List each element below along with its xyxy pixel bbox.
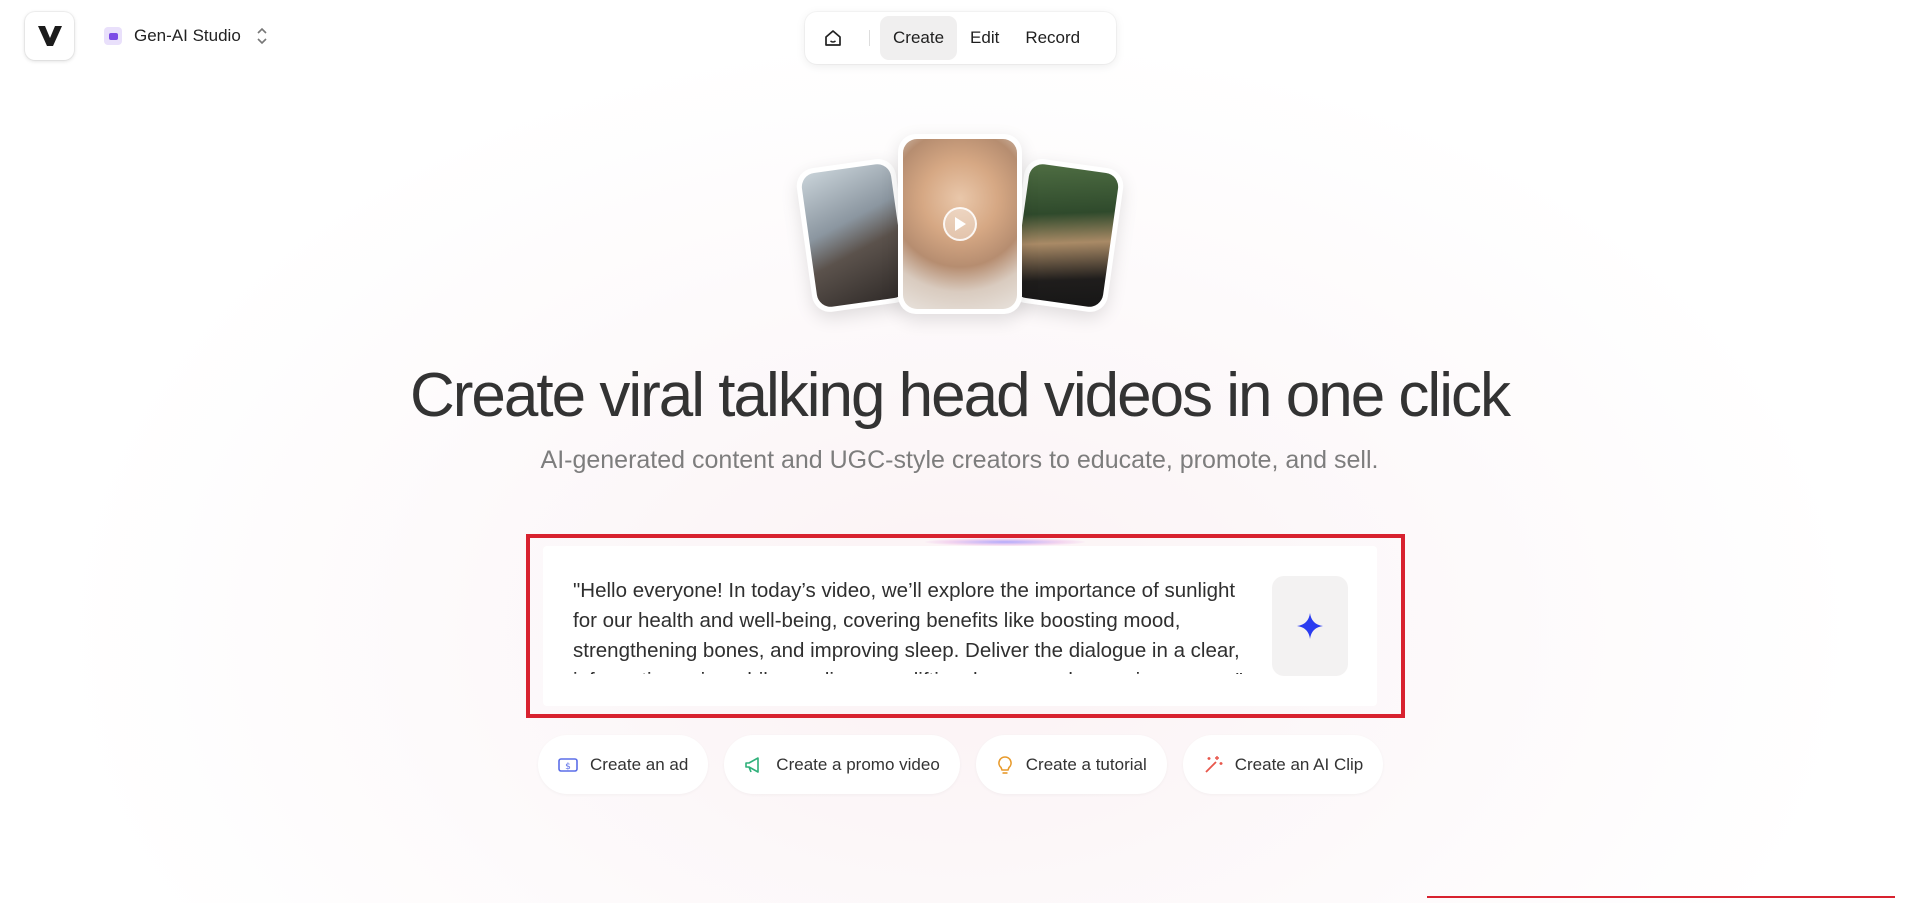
home-icon bbox=[825, 30, 841, 46]
prompt-glow bbox=[925, 538, 1085, 546]
logo-v-icon bbox=[37, 26, 62, 46]
megaphone-icon bbox=[745, 756, 760, 773]
workspace-name: Gen-AI Studio bbox=[134, 26, 241, 45]
prompt-input[interactable]: "Hello everyone! In today’s video, we’ll… bbox=[573, 576, 1253, 674]
action-label: Create a promo video bbox=[776, 754, 940, 774]
create-tutorial-button[interactable]: Create a tutorial bbox=[975, 735, 1167, 794]
creator-thumbnail bbox=[800, 162, 908, 309]
nav-divider bbox=[869, 30, 870, 46]
action-label: Create an AI Clip bbox=[1234, 754, 1364, 774]
workspace-icon bbox=[104, 27, 122, 45]
hero-video-previews bbox=[794, 130, 1126, 315]
quick-actions: $ Create an ad Create a promo video Crea… bbox=[538, 735, 1384, 794]
preview-card-center[interactable] bbox=[898, 134, 1022, 314]
magic-wand-icon bbox=[1205, 755, 1223, 773]
preview-card-left[interactable] bbox=[794, 156, 914, 315]
page-subtitle: AI-generated content and UGC-style creat… bbox=[540, 446, 1379, 474]
tab-create[interactable]: Create bbox=[880, 16, 958, 60]
creator-thumbnail bbox=[1012, 162, 1120, 309]
workspace-switcher[interactable]: Gen-AI Studio bbox=[104, 22, 267, 50]
app-logo-button[interactable] bbox=[25, 12, 74, 60]
play-icon[interactable] bbox=[943, 207, 977, 241]
home-button[interactable] bbox=[811, 18, 855, 58]
dollar-bill-icon: $ bbox=[558, 757, 578, 772]
bottom-divider bbox=[1427, 896, 1895, 898]
tab-record[interactable]: Record bbox=[1012, 16, 1093, 60]
page-title: Create viral talking head videos in one … bbox=[410, 361, 1511, 430]
generate-button[interactable] bbox=[1272, 576, 1348, 676]
preview-card-right[interactable] bbox=[1006, 156, 1126, 315]
prompt-container: "Hello everyone! In today’s video, we’ll… bbox=[543, 546, 1377, 706]
action-label: Create a tutorial bbox=[1025, 754, 1147, 774]
svg-text:$: $ bbox=[565, 762, 571, 772]
creator-thumbnail bbox=[903, 139, 1017, 309]
chevron-updown-icon bbox=[257, 27, 267, 45]
action-label: Create an ad bbox=[590, 754, 689, 774]
tab-edit[interactable]: Edit bbox=[957, 16, 1012, 60]
create-ai-clip-button[interactable]: Create an AI Clip bbox=[1182, 735, 1384, 794]
create-ad-button[interactable]: $ Create an ad bbox=[538, 735, 709, 794]
lightbulb-icon bbox=[997, 755, 1012, 774]
top-nav: Create Edit Record bbox=[805, 12, 1116, 64]
create-promo-video-button[interactable]: Create a promo video bbox=[724, 735, 960, 794]
sparkle-icon bbox=[1297, 613, 1323, 639]
